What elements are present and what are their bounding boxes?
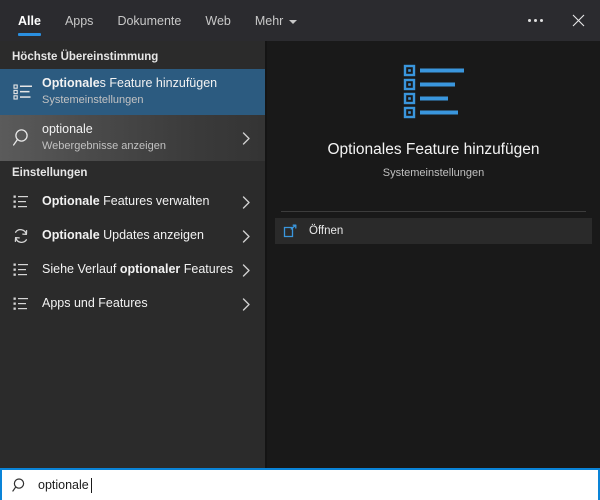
result-item-optionale-features-verwalten[interactable]: Optionale Features verwalten	[0, 185, 265, 219]
search-input-value: optionale	[38, 478, 89, 492]
tab-label: Dokumente	[117, 14, 181, 28]
result-title: optionale	[42, 122, 235, 138]
settings-list-icon	[12, 193, 42, 211]
open-action-button[interactable]: Öffnen	[275, 218, 592, 244]
result-title-prefix: Siehe Verlauf	[42, 262, 120, 276]
settings-list-icon	[12, 261, 42, 279]
result-title-match: Optionale	[42, 228, 100, 242]
search-icon	[12, 477, 38, 494]
preview-actions: Öffnen	[267, 212, 600, 244]
result-title: Apps und Features	[42, 296, 235, 312]
windows-search-panel: Alle Apps Dokumente Web Mehr	[0, 0, 600, 500]
result-title-rest: Features	[180, 262, 233, 276]
result-title: Siehe Verlauf optionaler Features	[42, 262, 235, 278]
tab-dokumente[interactable]: Dokumente	[105, 0, 193, 41]
close-icon	[572, 14, 585, 27]
header-spacer	[309, 0, 514, 41]
results-pane: Höchste Übereinstimmung Optionales Featu…	[0, 41, 265, 468]
result-subtitle: Systemeinstellungen	[42, 94, 257, 108]
result-text: Optionales Feature hinzufügen Systemeins…	[42, 76, 257, 107]
result-title: Optionale Updates anzeigen	[42, 228, 235, 244]
text-cursor	[91, 478, 92, 493]
active-tab-indicator	[18, 33, 41, 36]
chevron-right-icon[interactable]	[235, 132, 257, 145]
open-action-label: Öffnen	[309, 225, 343, 237]
feature-list-icon	[12, 81, 42, 103]
preview-card: Optionales Feature hinzufügen Systemeins…	[267, 41, 600, 195]
tab-bar: Alle Apps Dokumente Web Mehr	[0, 0, 309, 41]
preview-title: Optionales Feature hinzufügen	[328, 140, 540, 160]
result-text: Optionale Features verwalten	[42, 194, 235, 210]
result-text: optionale Webergebnisse anzeigen	[42, 122, 235, 153]
refresh-icon	[12, 227, 42, 245]
open-external-icon	[283, 224, 309, 239]
header-actions	[514, 0, 600, 41]
tab-web[interactable]: Web	[193, 0, 242, 41]
result-title-rest: Updates anzeigen	[100, 228, 204, 242]
group-header-best-match: Höchste Übereinstimmung	[0, 45, 265, 69]
search-header: Alle Apps Dokumente Web Mehr	[0, 0, 600, 41]
close-button[interactable]	[556, 0, 600, 41]
chevron-right-icon[interactable]	[235, 298, 257, 311]
result-title: Optionales Feature hinzufügen	[42, 76, 257, 92]
tab-label: Web	[205, 14, 230, 28]
preview-pane: Optionales Feature hinzufügen Systemeins…	[265, 41, 600, 468]
chevron-right-icon[interactable]	[235, 196, 257, 209]
result-text: Optionale Updates anzeigen	[42, 228, 235, 244]
result-text: Apps und Features	[42, 296, 235, 312]
chevron-right-icon[interactable]	[235, 264, 257, 277]
ellipsis-icon	[528, 19, 543, 22]
chevron-down-icon	[289, 20, 297, 24]
tab-apps[interactable]: Apps	[53, 0, 106, 41]
search-bar[interactable]: optionale	[0, 468, 600, 500]
result-item-siehe-verlauf-optionaler-features[interactable]: Siehe Verlauf optionaler Features	[0, 253, 265, 287]
search-input[interactable]: optionale	[38, 478, 588, 493]
settings-list-icon	[12, 295, 42, 313]
search-icon	[12, 127, 42, 149]
result-subtitle: Webergebnisse anzeigen	[42, 140, 235, 154]
result-title-match: Optionale	[42, 194, 100, 208]
result-title-rest: s Feature hinzufügen	[100, 76, 217, 90]
search-body: Höchste Übereinstimmung Optionales Featu…	[0, 41, 600, 468]
result-item-web-optionale[interactable]: optionale Webergebnisse anzeigen	[0, 115, 265, 161]
result-title-rest: Features verwalten	[100, 194, 210, 208]
result-title-match: optionaler	[120, 262, 180, 276]
more-options-button[interactable]	[514, 0, 556, 41]
result-item-optionale-updates-anzeigen[interactable]: Optionale Updates anzeigen	[0, 219, 265, 253]
tab-label: Alle	[18, 14, 41, 28]
preview-subtitle: Systemeinstellungen	[383, 167, 485, 179]
group-header-settings: Einstellungen	[0, 161, 265, 185]
result-text: Siehe Verlauf optionaler Features	[42, 262, 235, 278]
tab-alle[interactable]: Alle	[6, 0, 53, 41]
result-title-match: Optionale	[42, 76, 100, 90]
tab-label: Apps	[65, 14, 94, 28]
tab-label: Mehr	[255, 14, 283, 28]
chevron-right-icon[interactable]	[235, 230, 257, 243]
result-item-apps-und-features[interactable]: Apps und Features	[0, 287, 265, 321]
tab-mehr[interactable]: Mehr	[243, 0, 309, 41]
result-title: Optionale Features verwalten	[42, 194, 235, 210]
result-item-optionales-feature-hinzufuegen[interactable]: Optionales Feature hinzufügen Systemeins…	[0, 69, 265, 115]
feature-list-icon-large	[403, 63, 465, 124]
